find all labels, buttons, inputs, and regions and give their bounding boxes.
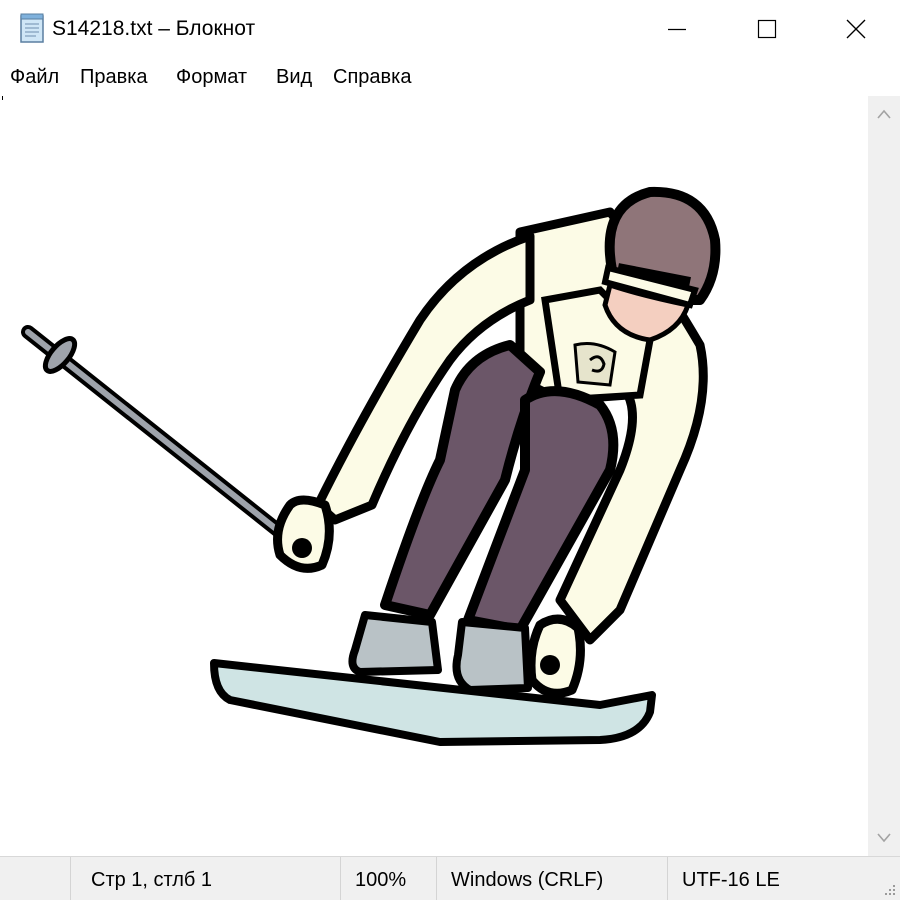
- text-editor-area[interactable]: [0, 96, 868, 856]
- status-zoom: 100%: [340, 857, 436, 900]
- status-cursor-position: Стр 1, стлб 1: [70, 857, 340, 900]
- window-title: S14218.txt – Блокнот: [52, 17, 256, 40]
- menu-format[interactable]: Формат: [174, 64, 249, 90]
- minimize-button[interactable]: [632, 0, 722, 58]
- status-encoding: UTF-16 LE: [667, 857, 900, 900]
- notepad-icon: [20, 13, 44, 43]
- scroll-up-icon[interactable]: [876, 108, 892, 120]
- resize-grip-icon[interactable]: [880, 880, 898, 898]
- menu-bar: Файл Правка Формат Вид Справка: [0, 58, 900, 97]
- title-bar[interactable]: S14218.txt – Блокнот: [0, 0, 900, 58]
- skier-ascii-art: [21, 186, 721, 746]
- maximize-icon: [757, 19, 777, 39]
- vertical-scrollbar[interactable]: [868, 96, 900, 856]
- menu-edit[interactable]: Правка: [78, 64, 150, 90]
- minimize-icon: [668, 28, 686, 31]
- menu-help[interactable]: Справка: [331, 64, 413, 90]
- scroll-down-icon[interactable]: [876, 832, 892, 844]
- status-line-endings: Windows (CRLF): [436, 857, 667, 900]
- close-button[interactable]: [812, 0, 900, 58]
- menu-view[interactable]: Вид: [274, 64, 314, 90]
- status-bar: Стр 1, стлб 1 100% Windows (CRLF) UTF-16…: [0, 856, 900, 900]
- maximize-button[interactable]: [722, 0, 812, 58]
- menu-file[interactable]: Файл: [8, 64, 61, 90]
- close-icon: [846, 19, 866, 39]
